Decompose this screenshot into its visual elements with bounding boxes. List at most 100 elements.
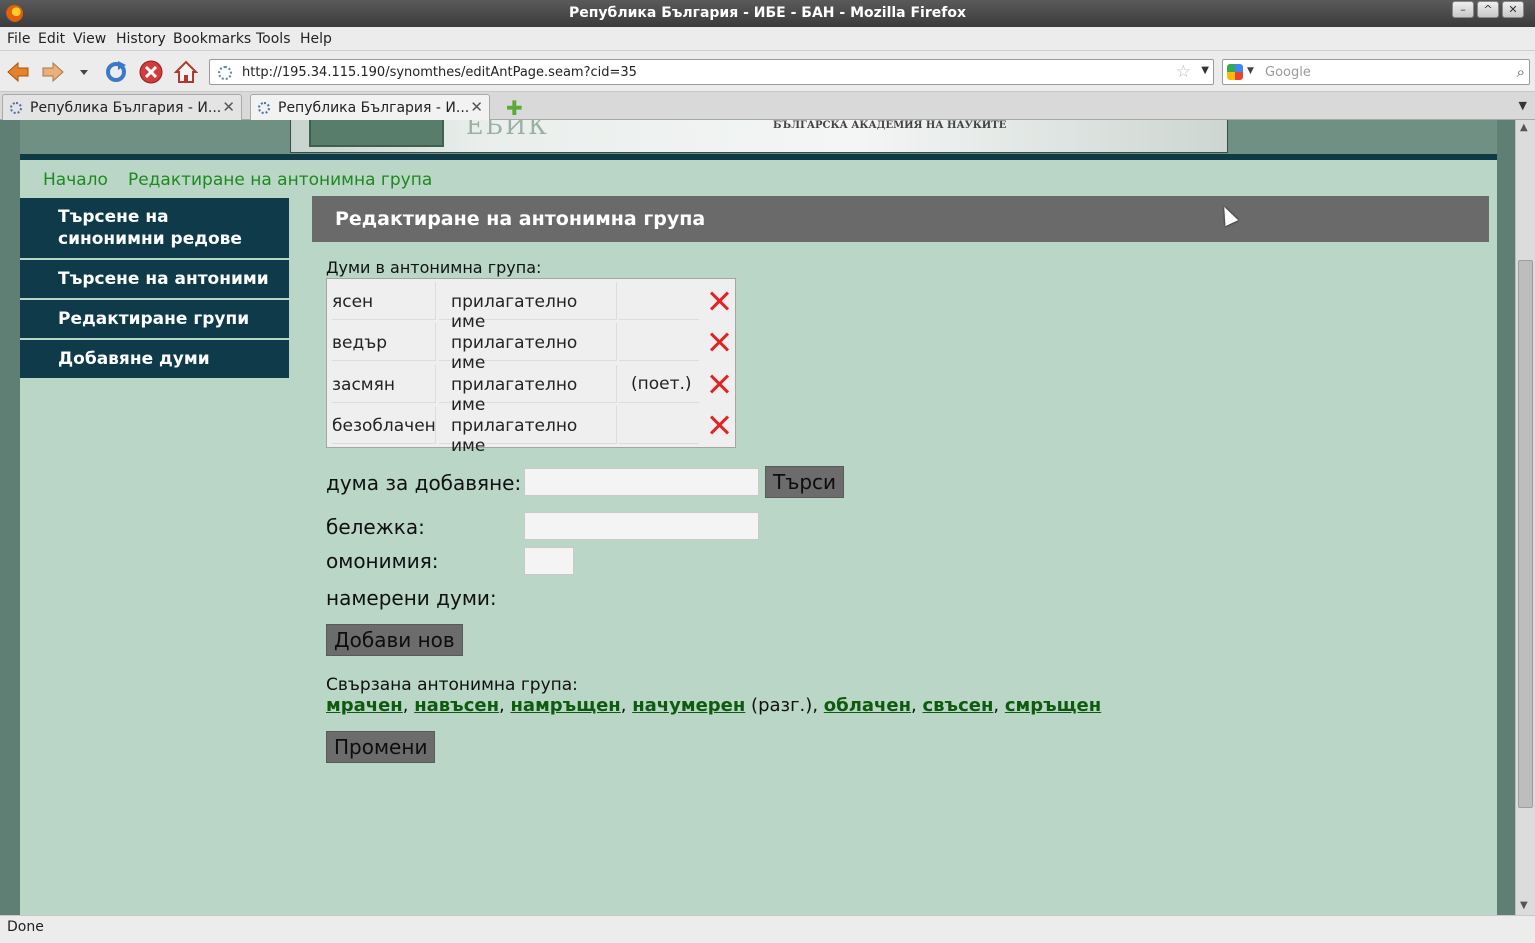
linked-word-link[interactable]: намръщен [510,695,620,716]
pos-cell: прилагателно име [439,365,617,415]
pos-cell: прилагателно име [439,323,617,373]
menu-tools[interactable]: Tools [256,31,291,47]
linked-group-label: Свързана антонимна група: [326,675,578,695]
status-bar: Done [0,915,1535,943]
title-bar: Република България - ИБЕ - БАН - Mozilla… [0,0,1535,27]
banner: EБИК БЪЛГАРСКА АКАДЕМИЯ НА НАУКИТЕ [290,120,1228,153]
tab-label: Република България - И... [30,100,222,116]
new-tab-icon[interactable]: ✚ [506,96,523,120]
google-icon[interactable] [1227,64,1243,80]
tab-list-icon[interactable]: ▼ [1519,99,1527,112]
homonymy-label: омонимия: [326,549,439,573]
sidebar: Търсене на синонимни редове Търсене на а… [20,198,289,380]
linked-word-link[interactable]: мрачен [326,695,403,716]
emblem-logo [309,120,444,147]
home-icon[interactable] [174,60,198,84]
academy-name: БЪЛГАРСКА АКАДЕМИЯ НА НАУКИТЕ [773,120,1007,131]
linked-word-note: (разг.) [751,695,813,716]
menu-edit[interactable]: Edit [38,31,65,47]
search-button[interactable]: Търси [765,466,845,498]
linked-words: мрачен, навъсен, намръщен, начумерен (ра… [326,695,1102,716]
note-cell [619,406,699,444]
search-placeholder[interactable]: Google [1265,65,1311,80]
delete-icon[interactable] [707,289,731,313]
menu-view[interactable]: View [73,31,106,47]
tab-label: Република България - И... [278,100,470,116]
tab-favicon-icon [10,102,22,114]
tab-favicon-icon [258,102,270,114]
pos-cell: прилагателно име [439,282,617,332]
word-cell: ведър [332,323,436,361]
minimize-button[interactable]: – [1452,1,1474,18]
tab-1[interactable]: Република България - И... ✕ [2,94,242,120]
note-cell: (поет.) [619,365,699,403]
breadcrumb: Начало Редактиране на антонимна група [43,170,452,190]
back-icon[interactable] [6,60,30,84]
list-item: ясен прилагателно име [327,279,735,332]
scroll-thumb[interactable] [1518,260,1533,808]
tab-2[interactable]: Република България - И... ✕ [250,94,490,121]
tab-bar: Република България - И... ✕ Република Бъ… [0,92,1535,121]
delete-icon[interactable] [707,330,731,354]
loading-icon [218,66,232,80]
delete-icon[interactable] [707,372,731,396]
linked-word-link[interactable]: облачен [824,695,911,716]
note-cell [619,323,699,361]
scroll-down-icon[interactable]: ▼ [1520,900,1528,911]
breadcrumb-home[interactable]: Начало [43,170,108,190]
change-button[interactable]: Промени [326,731,436,763]
linked-word-link[interactable]: начумерен [632,695,745,716]
forward-icon[interactable] [41,60,65,84]
status-text: Done [7,919,44,935]
menu-help[interactable]: Help [300,31,332,47]
search-icon[interactable]: ⌕ [1517,63,1525,81]
list-item: ведър прилагателно име [327,320,735,373]
sidebar-item-add-words[interactable]: Добавяне думи [20,340,289,380]
history-dropdown-icon[interactable] [76,60,92,84]
reload-icon[interactable] [104,60,128,84]
note-cell [619,282,699,320]
url-text[interactable]: http://195.34.115.190/synomthes/editAntP… [242,65,637,80]
sidebar-item-edit-groups[interactable]: Редактиране групи [20,300,289,340]
list-item: безоблачен прилагателно име [327,403,735,456]
window-title: Република България - ИБЕ - БАН - Mozilla… [568,5,966,21]
close-window-button[interactable]: ✕ [1502,1,1524,18]
close-tab-icon[interactable]: ✕ [222,98,235,116]
page-title: Редактиране на антонимна група [312,196,1489,242]
sidebar-item-search-antonyms[interactable]: Търсене на антоними [20,260,289,300]
word-list: ясен прилагателно име ведър прилагателно… [326,278,736,456]
list-item: засмян прилагателно име (поет.) [327,362,735,415]
stop-icon[interactable] [139,60,163,84]
delete-icon[interactable] [707,413,731,437]
navigation-toolbar: http://195.34.115.190/synomthes/editAntP… [0,51,1535,92]
breadcrumb-current[interactable]: Редактиране на антонимна група [128,170,432,190]
vertical-scrollbar[interactable]: ▲ ▼ [1515,120,1535,915]
scroll-up-icon[interactable]: ▲ [1520,122,1528,133]
add-word-input[interactable] [524,468,759,496]
add-new-button[interactable]: Добави нов [326,624,463,656]
homonymy-input[interactable] [524,547,574,575]
linked-word-link[interactable]: свъсен [923,695,994,716]
maximize-button[interactable]: ^ [1477,1,1499,18]
word-cell: безоблачен [332,406,436,444]
search-bar[interactable]: ▼ Google ⌕ [1222,59,1530,85]
note-input[interactable] [524,512,759,540]
word-cell: ясен [332,282,436,320]
banner-acronym: EБИК [466,120,549,140]
pos-cell: прилагателно име [439,406,617,456]
menu-bookmarks[interactable]: Bookmarks [173,31,251,47]
url-dropdown-icon[interactable]: ▼ [1201,65,1209,76]
content-viewport: EБИК БЪЛГАРСКА АКАДЕМИЯ НА НАУКИТЕ Начал… [0,120,1515,915]
bookmark-star-icon[interactable]: ☆ [1176,62,1191,82]
sidebar-item-search-synonyms[interactable]: Търсене на синонимни редове [20,198,289,260]
engine-dropdown-icon[interactable]: ▼ [1247,66,1254,76]
url-bar[interactable]: http://195.34.115.190/synomthes/editAntP… [209,59,1214,85]
linked-word-link[interactable]: навъсен [414,695,499,716]
menu-file[interactable]: File [7,31,30,47]
note-label: бележка: [326,515,425,539]
page: EБИК БЪЛГАРСКА АКАДЕМИЯ НА НАУКИТЕ Начал… [20,120,1497,915]
menu-bar: File Edit View History Bookmarks Tools H… [0,27,1535,51]
close-tab-icon[interactable]: ✕ [470,98,483,116]
linked-word-link[interactable]: смръщен [1005,695,1101,716]
menu-history[interactable]: History [116,31,166,47]
